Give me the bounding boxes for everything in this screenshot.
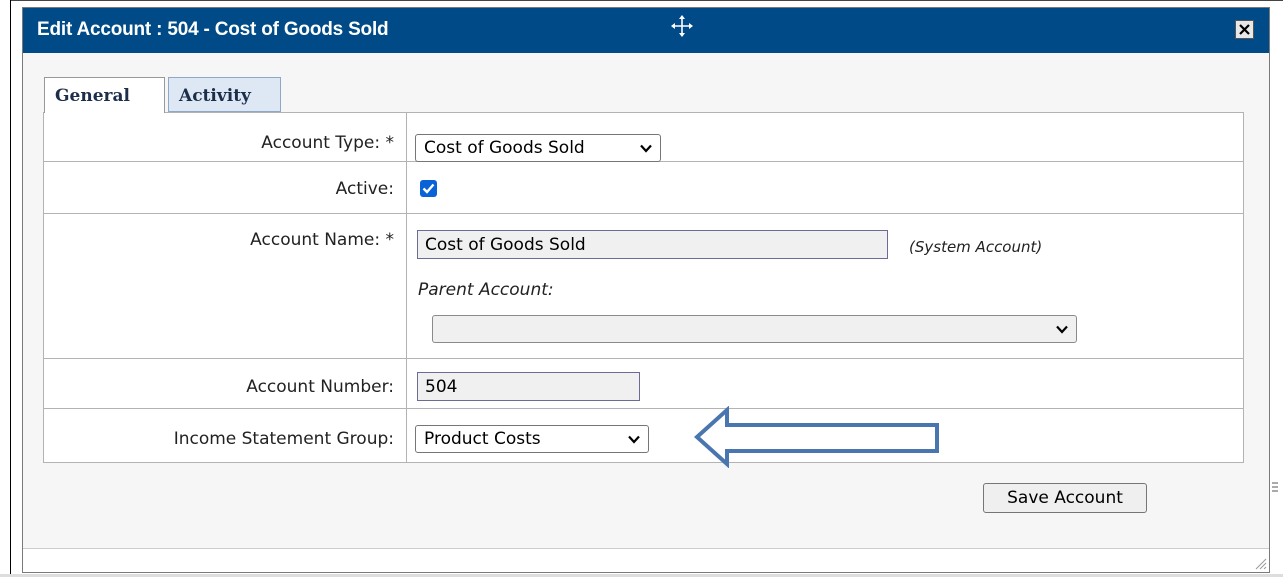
active-checkbox[interactable] [420,180,437,197]
annotation-arrow-icon [694,406,939,468]
row-income-statement-group: Income Statement Group: Product Costs [44,409,1243,462]
page-left-border [10,0,11,577]
account-number-label: Account Number: [246,377,394,397]
account-type-value: Cost of Goods Sold [424,138,585,158]
tab-general-label: General [55,86,130,106]
active-label: Active: [335,179,394,199]
chevron-down-icon [628,435,640,444]
account-type-label: Account Type: * [261,133,394,153]
dialog-footer [23,549,1269,572]
income-statement-group-select[interactable]: Product Costs [415,425,649,453]
account-name-label: Account Name: * [250,230,394,250]
row-account-type: Account Type: * Cost of Goods Sold [44,113,1243,162]
label-cell: Account Name: * [44,214,407,358]
parent-account-label: Parent Account: [418,280,554,300]
system-account-note: (System Account) [909,238,1043,256]
label-cell: Account Type: * [44,113,407,161]
dialog-titlebar[interactable]: Edit Account : 504 - Cost of Goods Sold [23,8,1269,53]
save-account-button[interactable]: Save Account [983,483,1147,513]
label-cell: Account Number: [44,359,407,408]
close-button[interactable] [1235,20,1254,39]
tab-activity-label: Activity [179,86,251,106]
move-icon[interactable] [670,14,694,38]
resize-grip-icon[interactable] [1253,556,1267,570]
income-statement-group-value: Product Costs [424,429,541,449]
label-cell: Income Statement Group: [44,409,407,462]
income-statement-group-label: Income Statement Group: [173,429,394,449]
row-active: Active: [44,162,1243,214]
background-scroll-marker [1272,482,1278,492]
row-account-number: Account Number: 504 [44,359,1243,409]
parent-account-select[interactable] [432,315,1077,343]
row-account-name: Account Name: * Cost of Goods Sold (Syst… [44,214,1243,359]
account-name-input[interactable]: Cost of Goods Sold [417,230,888,259]
checkmark-icon [422,183,435,194]
chevron-down-icon [1056,325,1068,334]
account-form: Account Type: * Cost of Goods Sold Activ… [43,112,1244,463]
label-cell: Active: [44,162,407,213]
dialog-title: Edit Account : 504 - Cost of Goods Sold [37,19,389,40]
close-icon [1239,24,1250,35]
page-top-border [10,0,1283,1]
edit-account-dialog: Edit Account : 504 - Cost of Goods Sold [22,7,1270,573]
tab-activity[interactable]: Activity [168,77,281,112]
account-type-select[interactable]: Cost of Goods Sold [415,134,661,162]
account-number-input[interactable]: 504 [417,372,640,401]
chevron-down-icon [640,144,652,153]
tab-general[interactable]: General [44,77,165,113]
